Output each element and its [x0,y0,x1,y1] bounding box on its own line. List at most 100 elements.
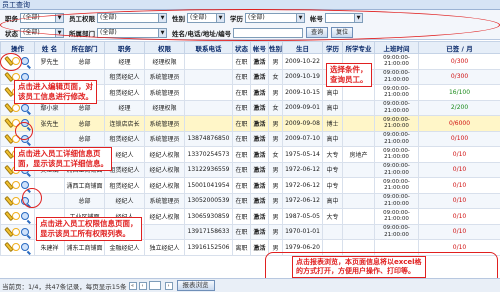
cell-major [342,208,375,225]
page-number-input[interactable] [148,281,161,290]
cell-edu: 博士 [322,115,343,132]
column-header: 上班时间 [374,41,419,54]
column-header: 已签 / 月 [418,41,500,54]
cell-perm: 经纪人权限 [144,208,185,225]
cell-post: 租赁经纪人 [104,84,145,101]
detail-icon[interactable] [11,103,20,112]
annotation-export: 点击报表浏览，本页面信息将以excel格 的方式打开，方便用户操作、打印等。 [292,256,426,278]
cell-acct: 激活 [250,84,269,101]
cell-post: 租赁经纪人 [104,130,145,147]
detail-icon[interactable] [11,181,20,190]
go-page-icon[interactable]: › [164,281,173,290]
prev-page-icon[interactable]: ‹ [138,281,147,290]
row-actions [0,239,35,256]
cell-major: 房地产 [342,146,375,163]
cell-perm: 独立经纪人 [144,239,185,256]
cell-birthday: 2009-10-15 [282,84,323,101]
cell-phone: 13917158633 [184,223,233,240]
cell-phone: 13065930859 [184,208,233,225]
cell-signed: 0/300 [418,53,500,70]
cell-perm: 经纪人权限 [144,146,185,163]
cell-sex: 女 [268,68,283,85]
cell-signed: 0/10 [418,208,500,225]
cell-phone [184,53,233,70]
cell-acct: 激活 [250,130,269,147]
permission-search-icon[interactable] [20,243,29,252]
cell-acct: 激活 [250,53,269,70]
cell-acct: 激活 [250,146,269,163]
cell-phone [184,115,233,132]
table-row: 罗先生 总部 经理 经理权限 在职 激活男 2009-10-22 09:00:00- 21:0… [0,53,500,70]
cell-phone: 15001041954 [184,177,233,194]
signed-target: /10 [456,181,467,189]
cell-birthday: 2009-07-10 [282,130,323,147]
signed-target: /100 [454,135,469,143]
cell-signed: 2/200 [418,99,500,116]
cell-acct: 激活 [250,223,269,240]
table-row: 张先生 总部 连锁店店长 系统管理员 在职 激活男 2009-09-08 博士 09:00:00… [0,115,500,132]
cell-phone [184,99,233,116]
cell-major [342,130,375,147]
pagination-bar: 当前页：1/4，共47条记录，每页显示15条 « ‹ › 报表浏览 [0,278,500,292]
cell-edu: 高中 [322,99,343,116]
cell-perm: 系统管理员 [144,68,185,85]
cell-acct: 激活 [250,68,269,85]
export-report-button[interactable]: 报表浏览 [176,280,215,291]
cell-sex: 男 [268,223,283,240]
cell-worktime: 09:00:00- 21:00:00 [374,130,419,147]
cell-edu: 大专 [322,146,343,163]
cell-post: 金融经纪人 [104,239,145,256]
cell-post: 连锁店店长 [104,115,145,132]
detail-icon[interactable] [11,212,20,221]
column-header: 所学专业 [342,41,375,54]
cell-birthday: 1970-01-01 [282,223,323,240]
cell-post: 租赁经纪人 [104,68,145,85]
signed-target: /10 [456,150,467,158]
signed-target: /10 [456,243,467,251]
cell-status: 在职 [232,130,251,147]
cell-birthday: 1972-06-12 [282,177,323,194]
signed-target: /6000 [452,119,471,127]
table-header: 操作姓 名所在部门 职务 权限 联系电话 状态 帐号 性别 生日 学历 所学专业 上班时间 已签 / … [0,41,500,54]
cell-dept: 总部 [64,192,105,209]
detail-icon[interactable] [11,227,20,236]
first-page-icon[interactable]: « [128,281,137,290]
cell-post: 经理 [104,53,145,70]
signed-target: /10 [456,166,467,174]
permission-search-icon[interactable] [20,212,29,221]
annotation-detail: 点击进入员工详细信息页 面，显示该员工详细信息。 [14,147,112,171]
cell-major [342,223,375,240]
cell-perm: 经纪人权限 [144,177,185,194]
cell-sex: 男 [268,84,283,101]
cell-status: 在职 [232,223,251,240]
column-header: 性别 [268,41,283,54]
cell-phone [184,84,233,101]
signed-target: /10 [456,212,467,220]
cell-perm: 经理权限 [144,99,185,116]
detail-icon[interactable] [11,196,20,205]
cell-dept: 总部 [64,53,105,70]
cell-birthday: 2009-09-01 [282,99,323,116]
column-header: 权限 [144,41,185,54]
cell-sex: 男 [268,177,283,194]
cell-major [342,161,375,178]
cell-major [342,99,375,116]
cell-status: 在职 [232,146,251,163]
cell-major [342,115,375,132]
cell-status: 在职 [232,208,251,225]
cell-name [34,130,65,147]
cell-birthday: 1972-06-12 [282,161,323,178]
permission-search-icon[interactable] [20,227,29,236]
cell-phone: 13052000539 [184,192,233,209]
cell-sex: 女 [268,99,283,116]
cell-sex: 男 [268,115,283,132]
signed-target: /300 [454,73,469,81]
cell-signed: 0/10 [418,177,500,194]
cell-signed: 0/10 [418,192,500,209]
cell-dept: 浦东工商铺面 [64,239,105,256]
cell-birthday: 2009-10-19 [282,68,323,85]
detail-icon[interactable] [11,243,20,252]
cell-perm: 经理权限 [144,53,185,70]
permission-search-icon[interactable] [20,103,29,112]
cell-edu [322,223,343,240]
